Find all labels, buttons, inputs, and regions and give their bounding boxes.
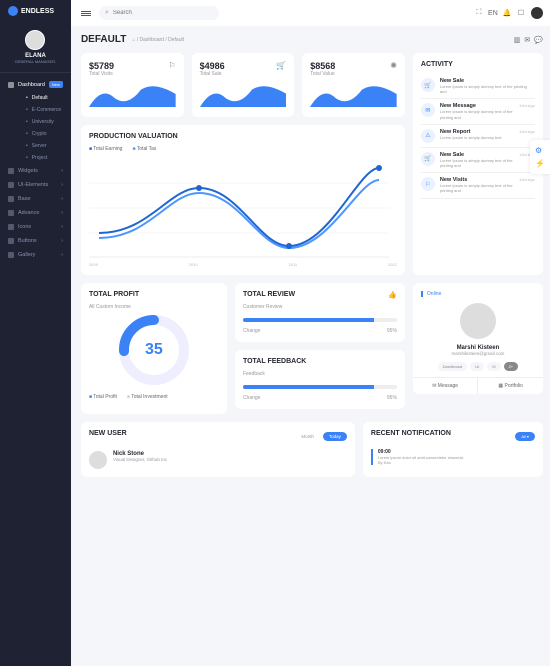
chevron-right-icon: › <box>61 168 63 174</box>
activity-icon: ⚐ <box>421 177 435 191</box>
cart-icon: 🛒 <box>276 61 286 70</box>
thumbs-up-icon: 👍 <box>388 291 397 299</box>
message-button[interactable]: ✉ Message <box>413 378 479 394</box>
sun-icon: ✺ <box>390 61 397 70</box>
chip-more[interactable]: 2+ <box>504 362 519 371</box>
menu-toggle[interactable] <box>81 11 91 16</box>
user-photo <box>460 303 496 339</box>
activity-item[interactable]: ⚠New ReportLorem Ipsum is simply dummy t… <box>421 125 535 148</box>
search-icon: ⌕ <box>105 9 109 17</box>
nav-label: Dashboard <box>18 82 45 88</box>
nav-widgets[interactable]: Widgets› <box>0 164 71 178</box>
profile-block: ELANA General Manager. <box>0 22 71 73</box>
activity-icon: 🛒 <box>421 152 435 166</box>
logo-icon <box>8 6 18 16</box>
ui-icon <box>8 182 14 188</box>
chevron-right-icon: › <box>61 210 63 216</box>
chevron-right-icon: › <box>61 238 63 244</box>
nav-dashboard[interactable]: Dashboard New <box>0 77 71 92</box>
activity-icon: 🛒 <box>421 78 435 92</box>
breadcrumb: ⌂ / Dashboard / Default <box>132 37 184 43</box>
nav-base[interactable]: Base› <box>0 192 71 206</box>
tag-icon: ⚐ <box>168 61 175 70</box>
dashboard-icon <box>8 82 14 88</box>
badge-new: New <box>49 81 63 88</box>
fullscreen-icon[interactable]: ⛶ <box>475 9 483 17</box>
subnav-project[interactable]: • Project <box>18 152 71 164</box>
activity-icon: ✉ <box>421 103 435 117</box>
base-icon <box>8 196 14 202</box>
profile-role: General Manager. <box>4 59 67 64</box>
brand-text: ENDLESS <box>21 8 54 15</box>
chip-ui[interactable]: Ui <box>470 362 484 371</box>
activity-icon: ⚠ <box>421 129 435 143</box>
review-card: TOTAL REVIEWCustomer Review👍 Change95% <box>235 283 405 342</box>
tab-today[interactable]: Today <box>323 432 347 441</box>
nav-ui[interactable]: UI-Elements› <box>0 178 71 192</box>
notification-card: RECENT NOTIFICATIONAll ▾ 09:00Lorem ipsu… <box>363 422 543 477</box>
status-online: Online <box>421 291 535 297</box>
nav-advance[interactable]: Advance› <box>0 206 71 220</box>
subnav-server[interactable]: • Server <box>18 140 71 152</box>
plug-icon[interactable]: ⚡ <box>533 157 547 170</box>
user-card: Online Marshi Kisteen marshikisteen@gmai… <box>413 283 543 394</box>
subnav-ecommerce[interactable]: • E-Commerce <box>18 104 71 116</box>
icons-icon <box>8 224 14 230</box>
activity-item[interactable]: ✉New MessageLorem Ipsum is simply dummy … <box>421 99 535 124</box>
chevron-right-icon: › <box>61 224 63 230</box>
settings-drawer[interactable]: ⚙⚡ <box>530 140 550 174</box>
gallery-icon <box>8 252 14 258</box>
production-chart <box>89 158 389 258</box>
newuser-card: NEW USERMonthToday Nick StoneVisual Desi… <box>81 422 355 477</box>
production-card: PRODUCTION VALUATION Total EarningTotal … <box>81 125 405 275</box>
subnav-university[interactable]: • University <box>18 116 71 128</box>
activity-item[interactable]: ⚐New VisitsLorem Ipsum is simply dummy t… <box>421 173 535 198</box>
advance-icon <box>8 210 14 216</box>
nav-gallery[interactable]: Gallery› <box>0 248 71 262</box>
activity-card: ACTIVITY 🛒New SaleLorem Ipsum is simply … <box>413 53 543 275</box>
subnav-crypto[interactable]: • Crypto <box>18 128 71 140</box>
chat-icon[interactable]: 💬 <box>534 36 543 44</box>
search-box[interactable]: ⌕ <box>99 6 219 20</box>
stat-visits: $5789Total Visits⚐ <box>81 53 184 117</box>
widgets-icon <box>8 168 14 174</box>
chip-xi[interactable]: Xi <box>487 362 501 371</box>
chip-dashboard[interactable]: Dashboard <box>438 362 468 371</box>
user-avatar[interactable] <box>531 7 543 19</box>
stat-sale: $4986Total Sale🛒 <box>192 53 295 117</box>
page-title: DEFAULT <box>81 34 126 45</box>
search-input[interactable] <box>113 10 213 16</box>
nav-buttons[interactable]: Buttons› <box>0 234 71 248</box>
chevron-right-icon: › <box>61 196 63 202</box>
lang-select[interactable]: EN <box>489 9 497 17</box>
activity-item[interactable]: 🛒New SaleLorem Ipsum is simply dummy tex… <box>421 148 535 173</box>
gear-icon[interactable]: ⚙ <box>533 144 547 157</box>
activity-item[interactable]: 🛒New SaleLorem Ipsum is simply dummy tex… <box>421 74 535 99</box>
feedback-card: TOTAL FEEDBACKFeedback Change95% <box>235 350 405 409</box>
chevron-right-icon: › <box>61 252 63 258</box>
newuser-avatar <box>89 451 107 469</box>
subnav-default[interactable]: • Default <box>18 92 71 104</box>
mail-icon[interactable]: ✉ <box>524 36 530 44</box>
buttons-icon <box>8 238 14 244</box>
topbar: ⌕ ⛶ EN 🔔 ☐ <box>71 0 550 26</box>
chevron-right-icon: › <box>61 182 63 188</box>
bell-icon[interactable]: 🔔 <box>503 9 511 17</box>
stat-value: $8568Total Value✺ <box>302 53 405 117</box>
notif-filter[interactable]: All ▾ <box>515 432 535 441</box>
brand-logo[interactable]: ENDLESS <box>0 0 71 22</box>
profit-card: TOTAL PROFIT All Custom Income 35 Total … <box>81 283 227 414</box>
portfolio-button[interactable]: ▦ Portfolio <box>478 378 543 394</box>
tab-month[interactable]: Month <box>295 432 320 441</box>
bookmark-icon[interactable]: ☐ <box>517 9 525 17</box>
avatar[interactable] <box>25 30 45 50</box>
profit-value: 35 <box>145 341 163 359</box>
bookmark-icon[interactable]: ▥ <box>514 36 521 44</box>
nav-icons[interactable]: Icons› <box>0 220 71 234</box>
